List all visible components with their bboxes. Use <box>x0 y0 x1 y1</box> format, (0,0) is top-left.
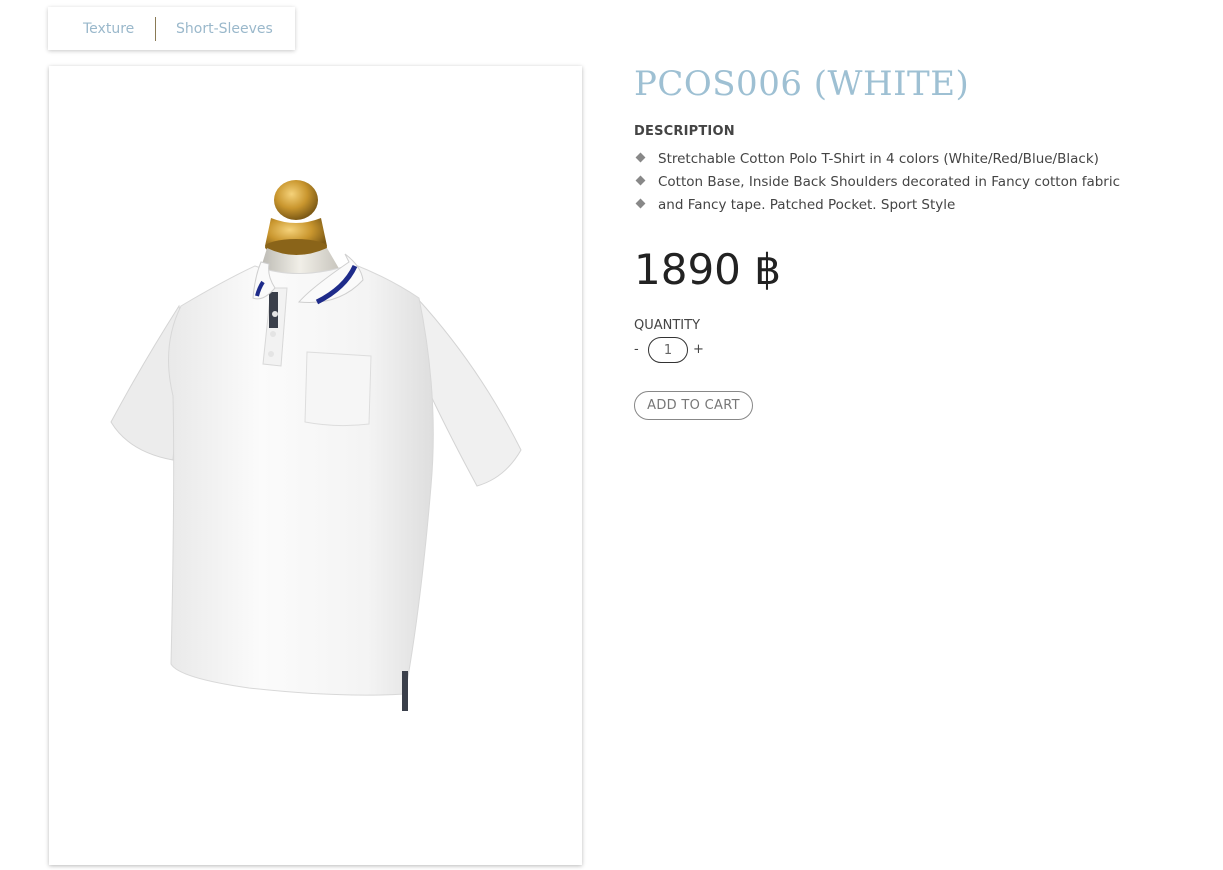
description-text: Stretchable Cotton Polo T-Shirt in 4 col… <box>658 151 1099 167</box>
description-heading: DESCRIPTION <box>634 124 735 139</box>
diamond-bullet-icon <box>635 152 646 163</box>
product-image[interactable] <box>49 66 582 865</box>
breadcrumb-divider <box>155 17 156 41</box>
quantity-decrement-button[interactable]: - <box>634 342 639 357</box>
mannequin-head <box>265 180 327 255</box>
quantity-increment-button[interactable]: + <box>693 342 704 357</box>
add-to-cart-button[interactable]: ADD TO CART <box>634 391 753 420</box>
description-text: Cotton Base, Inside Back Shoulders decor… <box>658 174 1121 190</box>
breadcrumb: Texture Short-Sleeves <box>48 7 295 50</box>
shirt-body <box>110 263 522 696</box>
polo-shirt-illustration <box>110 180 522 711</box>
breadcrumb-texture-link[interactable]: Texture <box>83 21 134 37</box>
diamond-bullet-icon <box>635 198 646 209</box>
product-price: 1890 ฿ <box>634 245 781 294</box>
diamond-bullet-icon <box>635 175 646 186</box>
product-title: PCOS006 (WHITE) <box>634 64 970 104</box>
product-page: Texture Short-Sleeves PCOS006 (WHITE) DE… <box>0 0 1223 870</box>
description-text: and Fancy tape. Patched Pocket. Sport St… <box>658 197 956 213</box>
quantity-input[interactable] <box>648 337 688 363</box>
breadcrumb-short-sleeves-link[interactable]: Short-Sleeves <box>176 21 273 37</box>
quantity-label: QUANTITY <box>634 318 701 333</box>
side-vent-tape <box>402 671 408 711</box>
